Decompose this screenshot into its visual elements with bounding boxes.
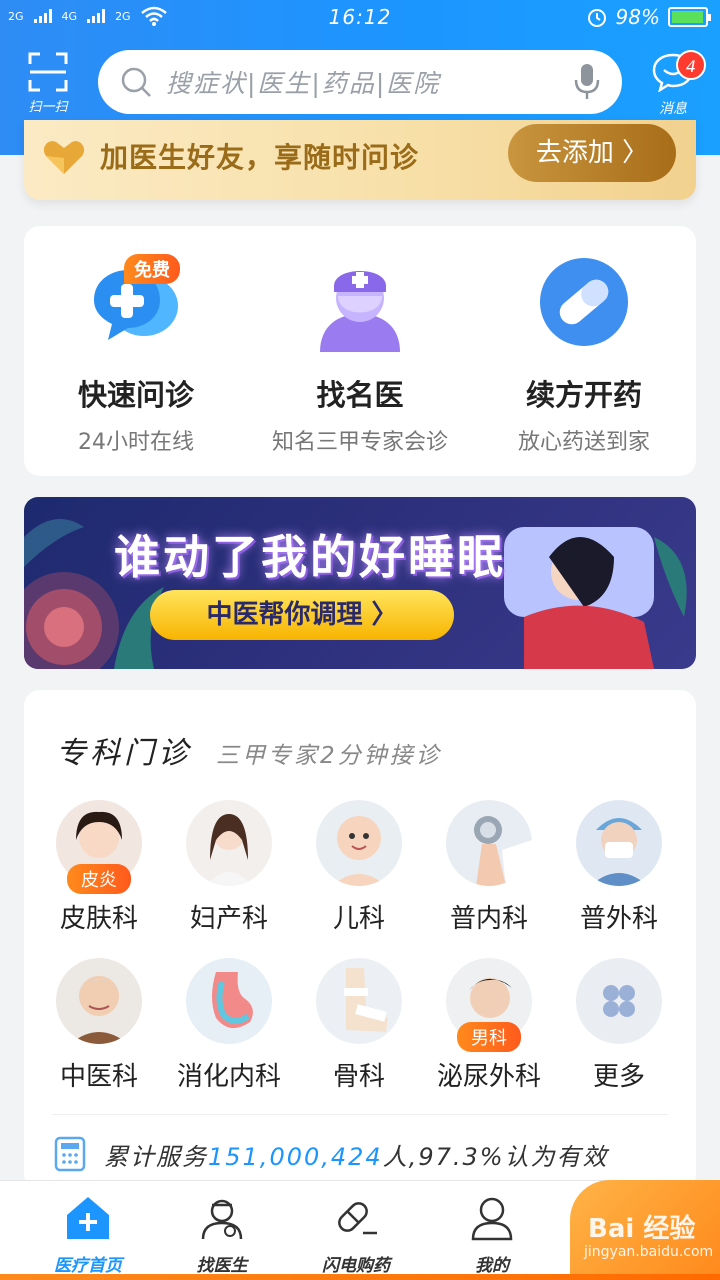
dept-gastroenterology[interactable]: 消化内科: [164, 958, 294, 1093]
stats-text: 累计服务151,000,424人,97.3%认为有效: [104, 1137, 609, 1172]
tcm-avatar: [56, 958, 142, 1044]
dept-label: 普内科: [449, 904, 528, 934]
andrology-tag: 男科: [457, 1022, 521, 1052]
dept-label: 消化内科: [176, 1062, 281, 1092]
find-doctor-service[interactable]: 找名医 知名三甲专家会诊: [248, 256, 472, 456]
dept-label: 中医科: [59, 1062, 138, 1092]
messages-label: 消息: [659, 101, 687, 117]
status-bar: 2G 4G 2G 16:12 98%: [0, 0, 720, 36]
stomach-avatar: [186, 958, 272, 1044]
baidu-jingyan-watermark: Bai 经验 jingyan.baidu.com: [570, 1180, 720, 1274]
search-bar[interactable]: 搜症状|医生|药品|医院: [98, 50, 622, 114]
scan-button[interactable]: 扫一扫: [20, 52, 76, 115]
tab-find-doctor[interactable]: 找医生: [162, 1195, 282, 1276]
bandaged-foot-avatar: [316, 958, 402, 1044]
tcm-adjust-button[interactable]: 中医帮你调理 〉: [150, 590, 454, 640]
pediatrics-avatar: [316, 800, 402, 886]
battery-fill: [672, 11, 704, 23]
service-subtitle: 24小时在线: [78, 430, 194, 455]
doctor-icon: [201, 1199, 243, 1240]
service-title: 找名医: [316, 378, 404, 412]
pill-icon: [536, 256, 632, 352]
dept-urology[interactable]: 男科 泌尿外科: [424, 958, 554, 1093]
stethoscope-avatar: [446, 800, 532, 886]
tab-profile[interactable]: 我的: [432, 1195, 552, 1276]
dept-tcm[interactable]: 中医科: [34, 958, 164, 1093]
specialty-subtitle: 三甲专家2分钟接诊: [216, 743, 442, 769]
add-doctor-friend-banner[interactable]: 加医生好友，享随时问诊 去添加 〉: [24, 120, 696, 200]
dept-orthopedics[interactable]: 骨科: [294, 958, 424, 1093]
dept-dermatology[interactable]: 皮炎 皮肤科: [34, 800, 164, 935]
stats-prefix: 累计服务: [104, 1142, 208, 1171]
search-icon: [121, 67, 151, 97]
more-grid-icon: [576, 958, 662, 1044]
surgeon-avatar: [576, 800, 662, 886]
message-count-badge: 4: [676, 50, 706, 80]
service-title: 续方开药: [525, 378, 642, 412]
nurse-doctor-icon: [312, 256, 408, 352]
stats-number: 151,000,424: [208, 1142, 383, 1171]
status-right: 98%: [586, 5, 711, 29]
tabbar-accent-line: [0, 1274, 720, 1280]
dept-obstetrics[interactable]: 妇产科: [164, 800, 294, 935]
specialty-header: 专科门诊 三甲专家2分钟接诊: [56, 728, 442, 772]
microphone-icon[interactable]: [574, 63, 600, 101]
quick-consult-service[interactable]: 免费 快速问诊 24小时在线: [24, 254, 248, 456]
sleep-banner-title: 谁动了我的好睡眠: [114, 530, 506, 584]
services-card: 免费 快速问诊 24小时在线 找名医 知名三甲专家会诊 续方开药 放心药送到家: [24, 226, 696, 476]
divider: [52, 1114, 668, 1115]
stats-suffix: 人,97.3%认为有效: [382, 1142, 609, 1171]
tab-label: 医疗首页: [54, 1256, 122, 1276]
gold-heart-icon: [43, 141, 85, 174]
add-friend-button[interactable]: 去添加 〉: [508, 124, 676, 182]
search-input[interactable]: 搜症状|医生|药品|医院: [166, 64, 574, 100]
dept-label: 皮肤科: [59, 904, 138, 934]
tab-label: 闪电购药: [322, 1256, 390, 1276]
free-badge: 免费: [124, 254, 180, 284]
scan-label: 扫一扫: [28, 100, 68, 115]
consult-chat-icon: 免费: [88, 254, 184, 352]
pill-capsule-icon: [338, 1202, 377, 1235]
specialty-clinic-card: 专科门诊 三甲专家2分钟接诊 皮炎 皮肤科 妇产科 儿科 普内科 普外科 中医科…: [24, 690, 696, 1190]
dept-label: 妇产科: [189, 904, 268, 934]
battery-icon: [668, 7, 711, 27]
service-title: 快速问诊: [77, 378, 194, 412]
dept-label: 骨科: [332, 1062, 385, 1092]
dept-label: 更多: [592, 1062, 645, 1092]
tab-label: 我的: [475, 1256, 509, 1276]
dept-pediatrics[interactable]: 儿科: [294, 800, 424, 935]
service-subtitle: 放心药送到家: [517, 430, 650, 455]
alarm-icon: [587, 9, 606, 27]
dermatitis-tag: 皮炎: [67, 864, 131, 894]
dept-internal-medicine[interactable]: 普内科: [424, 800, 554, 935]
scan-icon: [28, 52, 68, 92]
tab-quick-pharmacy[interactable]: 闪电购药: [296, 1195, 416, 1276]
watermark-text: Bai 经验: [588, 1214, 696, 1244]
sleep-promo-banner[interactable]: 谁动了我的好睡眠 中医帮你调理 〉: [24, 497, 696, 669]
tab-home[interactable]: 医疗首页: [28, 1195, 148, 1276]
calculator-icon: [54, 1136, 86, 1172]
battery-percent: 98%: [615, 5, 660, 29]
dept-label: 泌尿外科: [436, 1062, 541, 1092]
user-icon: [471, 1197, 513, 1241]
obstetrics-avatar: [186, 800, 272, 886]
dept-label: 普外科: [579, 904, 658, 934]
tab-label: 找医生: [196, 1256, 248, 1276]
messages-button[interactable]: 4 消息: [640, 50, 706, 118]
service-stats: 累计服务151,000,424人,97.3%认为有效: [54, 1136, 609, 1172]
friend-banner-text: 加医生好友，享随时问诊: [100, 141, 420, 174]
specialty-title: 专科门诊: [56, 736, 192, 771]
medical-home-icon: [67, 1197, 109, 1239]
dept-label: 儿科: [332, 904, 385, 934]
watermark-url: jingyan.baidu.com: [584, 1244, 714, 1260]
service-subtitle: 知名三甲专家会诊: [271, 430, 448, 455]
dept-general-surgery[interactable]: 普外科: [554, 800, 684, 935]
refill-prescription-service[interactable]: 续方开药 放心药送到家: [472, 256, 696, 456]
dept-more[interactable]: 更多: [554, 958, 684, 1093]
